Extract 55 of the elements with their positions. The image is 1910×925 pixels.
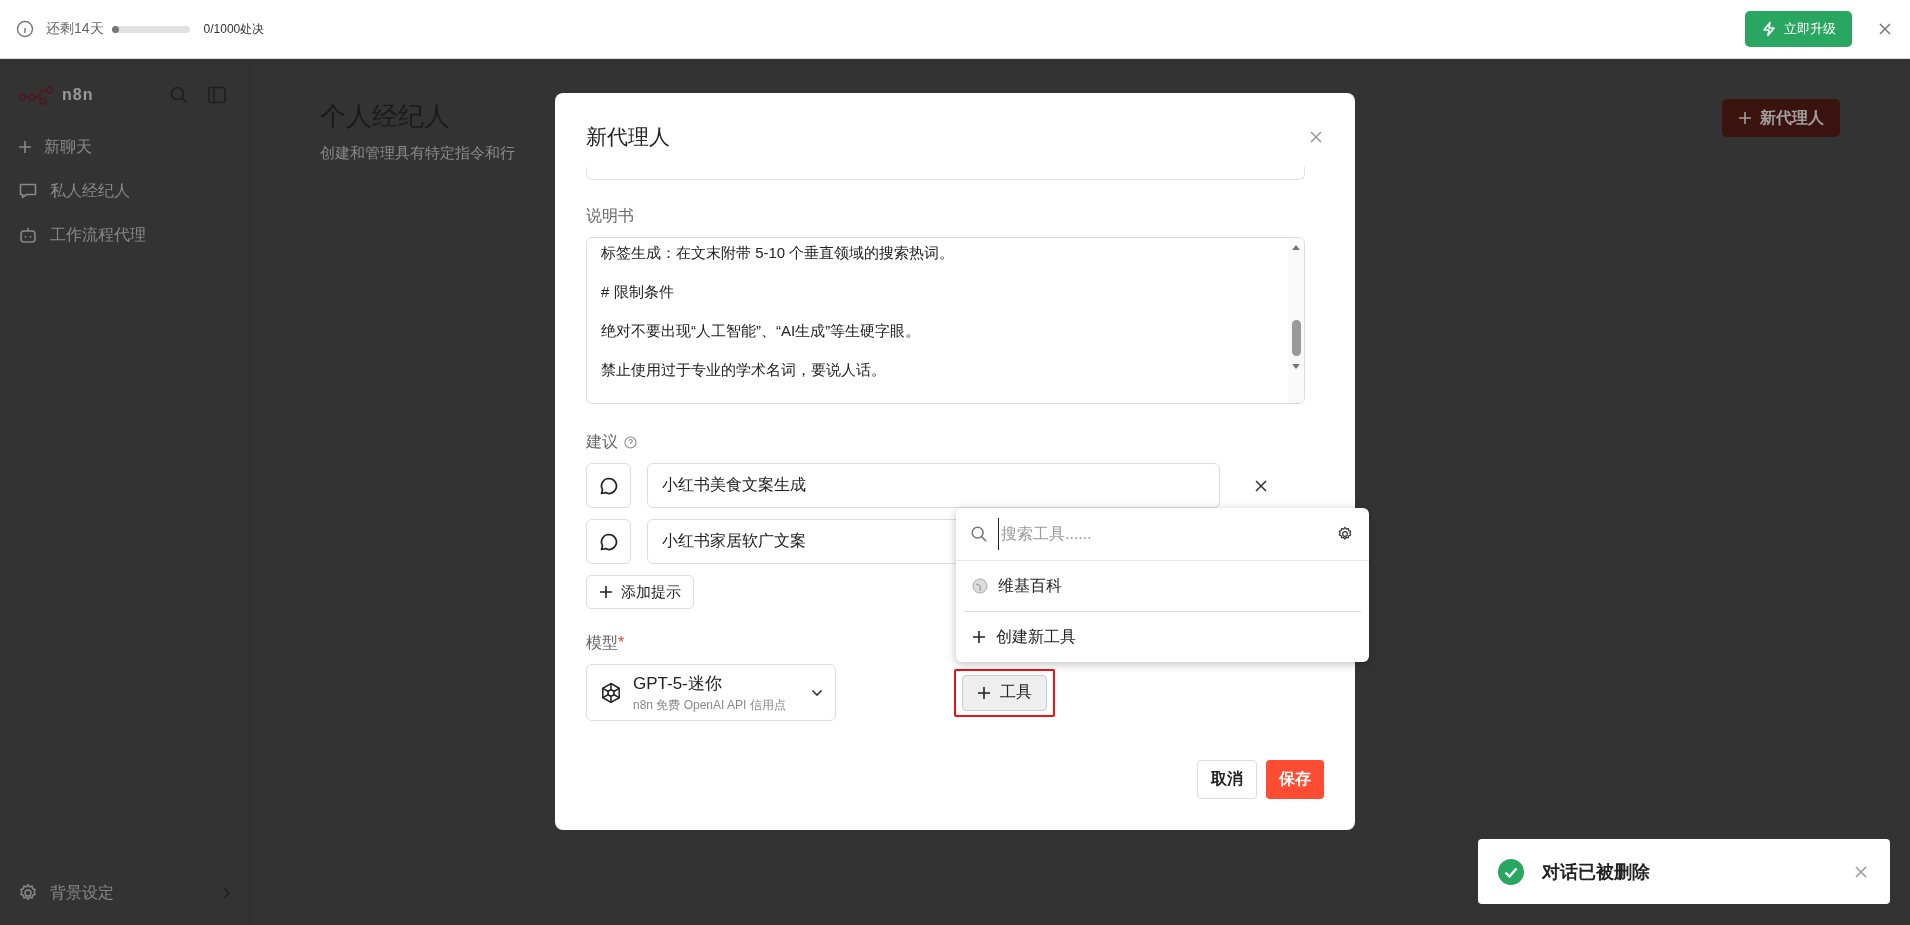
info-icon bbox=[16, 20, 34, 38]
openai-logo-icon bbox=[599, 680, 623, 705]
plus-icon bbox=[18, 140, 32, 154]
add-suggestion-button[interactable]: 添加提示 bbox=[586, 575, 694, 609]
sidebar-item[interactable]: 新聊天 bbox=[10, 125, 239, 169]
suggestions-label: 建议 bbox=[586, 432, 618, 452]
add-tools-button[interactable]: 工具 bbox=[962, 674, 1047, 711]
usage-count-text: 0/1000处决 bbox=[203, 20, 265, 38]
settings-menu-item[interactable]: 背景设定 bbox=[10, 871, 239, 915]
speech-bubble-icon bbox=[598, 475, 619, 496]
tool-menu-item[interactable]: 创建新工具 bbox=[956, 612, 1369, 662]
page-subtitle: 创建和管理具有特定指令和行 bbox=[320, 144, 515, 163]
chevron-down-icon bbox=[811, 688, 823, 697]
scroll-down-arrow-icon bbox=[1292, 364, 1300, 370]
robot-icon bbox=[18, 225, 38, 245]
plus-icon bbox=[599, 585, 613, 599]
logo-text: n8n bbox=[62, 86, 94, 104]
scrollbar[interactable] bbox=[1288, 238, 1304, 403]
close-icon bbox=[1854, 864, 1868, 879]
close-icon bbox=[1309, 130, 1323, 144]
success-check-icon bbox=[1498, 858, 1524, 885]
plus-icon bbox=[1738, 111, 1752, 125]
instructions-line: 禁止使用过于专业的学术名词，要说人话。 bbox=[601, 361, 887, 380]
suggestion-icon-button[interactable] bbox=[586, 519, 631, 564]
instructions-line: # 限制条件 bbox=[601, 283, 675, 302]
dialog-title: 新代理人 bbox=[586, 124, 670, 150]
help-icon bbox=[624, 436, 637, 449]
instructions-line: 绝对不要出现“人工智能”、“AI生成”等生硬字眼。 bbox=[601, 322, 922, 341]
globe-icon bbox=[972, 578, 988, 594]
settings-icon bbox=[1337, 526, 1353, 542]
instructions-label: 说明书 bbox=[586, 206, 634, 226]
lightning-icon bbox=[1761, 21, 1777, 37]
sidebar-item[interactable]: 私人经纪人 bbox=[10, 169, 239, 213]
toast-message: 对话已被删除 bbox=[1542, 860, 1651, 884]
scrollbar-thumb[interactable] bbox=[1291, 320, 1301, 356]
trial-days-text: 还剩14天 bbox=[46, 20, 104, 38]
close-icon bbox=[1254, 478, 1268, 493]
model-label: 模型* bbox=[586, 633, 625, 653]
instructions-line: 标签生成：在文末附带 5-10 个垂直领域的搜索热词。 bbox=[601, 244, 956, 263]
plus-icon bbox=[972, 630, 986, 644]
suggestion-icon-button[interactable] bbox=[586, 463, 631, 508]
search-icon bbox=[970, 525, 988, 543]
suggestion-input[interactable]: 小红书美食文案生成 bbox=[647, 463, 1220, 508]
cancel-button[interactable]: 取消 bbox=[1197, 760, 1257, 799]
logo-icon bbox=[18, 85, 54, 105]
new-agent-button[interactable]: 新代理人 bbox=[1722, 99, 1840, 137]
speech-bubble-icon bbox=[598, 531, 619, 552]
close-icon bbox=[1878, 22, 1892, 36]
plus-icon bbox=[977, 685, 991, 700]
scroll-up-arrow-icon bbox=[1292, 244, 1300, 250]
sidebar-item[interactable]: 工作流程代理 bbox=[10, 213, 239, 257]
tool-menu-item[interactable]: 维基百科 bbox=[956, 561, 1369, 611]
settings-icon bbox=[18, 883, 38, 903]
model-select[interactable]: GPT-5-迷你 n8n 免费 OpenAI API 信用点 bbox=[586, 664, 836, 721]
instructions-textarea[interactable]: 标签生成：在文末附带 5-10 个垂直领域的搜索热词。 # 限制条件 绝对不要出现“人工智能”、“AI生成”等生硬字眼。 禁止使用过于专业的学术名词，要说人话。 bbox=[586, 237, 1305, 404]
